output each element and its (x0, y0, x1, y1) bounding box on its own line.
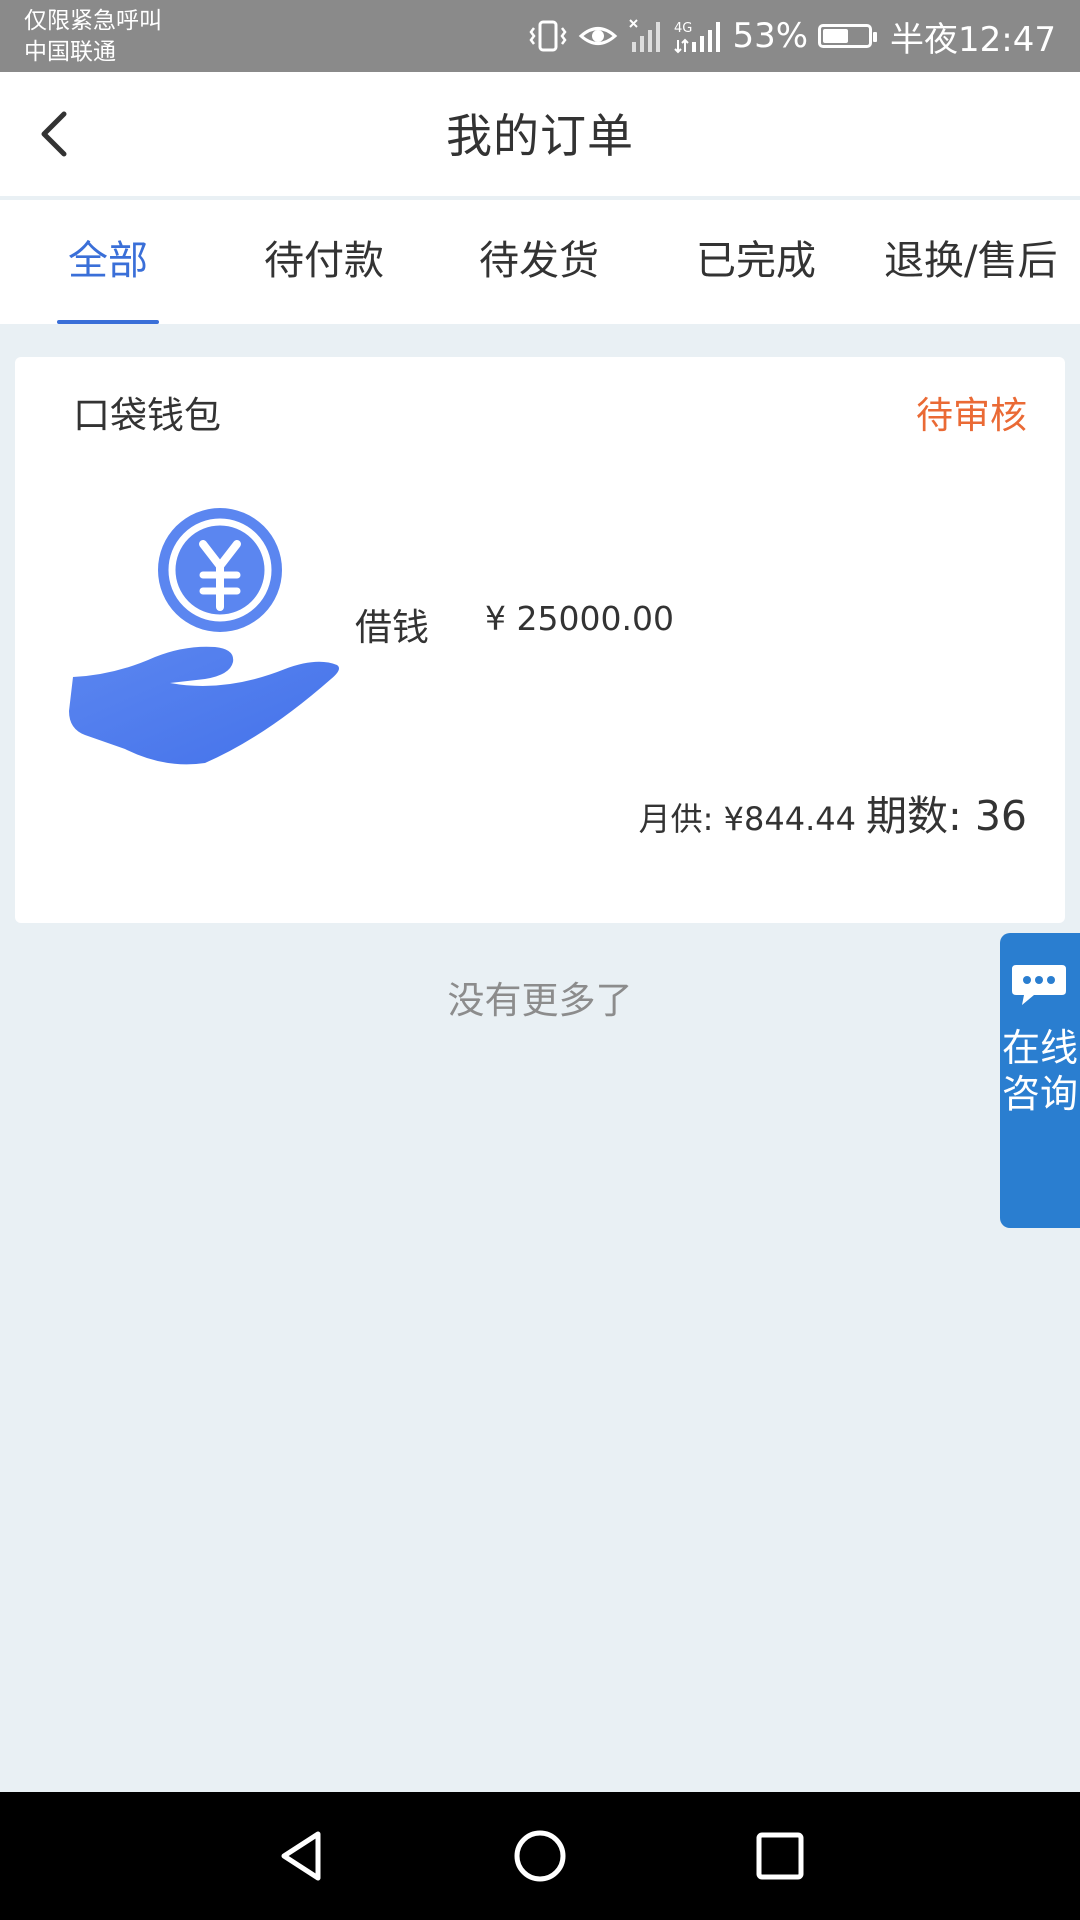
active-tab-indicator (57, 320, 159, 324)
square-recents-icon (756, 1832, 804, 1880)
monthly-payment: 月供: ¥844.44 (638, 800, 856, 838)
status-bar: 仅限紧急呼叫 中国联通 4G 53% 半夜12:47 (0, 0, 1080, 72)
loan-hand-coin-icon (55, 497, 340, 765)
clock: 半夜12:47 (890, 19, 1056, 60)
battery-icon (818, 24, 878, 48)
signal-no-sim-icon (628, 18, 664, 54)
nav-recents-button[interactable] (750, 1826, 810, 1886)
tab-all[interactable]: 全部 (68, 228, 148, 286)
chat-bubble-icon (1012, 965, 1066, 1005)
order-status: 待审核 (916, 394, 1027, 437)
item-name: 借钱 (355, 606, 429, 649)
eye-comfort-icon (578, 21, 618, 51)
consult-label: 在线咨询 (1001, 1026, 1078, 1116)
carrier-name: 中国联通 (24, 39, 116, 65)
order-card[interactable]: 口袋钱包 待审核 借钱 ¥ 25000.00 月供: ¥844.44 期数: 36 (15, 357, 1065, 923)
battery-percent: 53% (732, 16, 809, 56)
emergency-only-text: 仅限紧急呼叫 (24, 8, 162, 34)
triangle-back-icon (281, 1831, 321, 1881)
vibrate-icon (528, 19, 568, 53)
circle-home-icon (514, 1830, 566, 1882)
list-end-text: 没有更多了 (447, 979, 633, 1022)
page-title: 我的订单 (446, 109, 634, 163)
nav-home-button[interactable] (510, 1826, 570, 1886)
order-tabs: 全部 待付款 待发货 已完成 退换/售后 (0, 200, 1080, 324)
tab-completed[interactable]: 已完成 (696, 228, 816, 286)
installment-periods: 期数: 36 (865, 792, 1027, 840)
payment-summary: 月供: ¥844.44 期数: 36 (639, 782, 1027, 842)
carrier-info: 仅限紧急呼叫 中国联通 (24, 6, 162, 68)
app-header: 我的订单 (0, 72, 1080, 196)
status-icons: 4G 53% 半夜12:47 (528, 0, 1056, 72)
tab-pending-shipment[interactable]: 待发货 (479, 228, 599, 286)
item-price: ¥ 25000.00 (485, 599, 674, 638)
signal-4g-icon: 4G (674, 18, 722, 54)
tab-pending-payment[interactable]: 待付款 (264, 228, 384, 286)
online-consult-button[interactable]: 在线咨询 (1000, 933, 1080, 1228)
system-navigation-bar (0, 1792, 1080, 1920)
nav-back-button[interactable] (272, 1826, 332, 1886)
tab-returns[interactable]: 退换/售后 (884, 228, 1057, 286)
svg-text:4G: 4G (674, 21, 692, 36)
merchant-name: 口袋钱包 (73, 394, 221, 437)
